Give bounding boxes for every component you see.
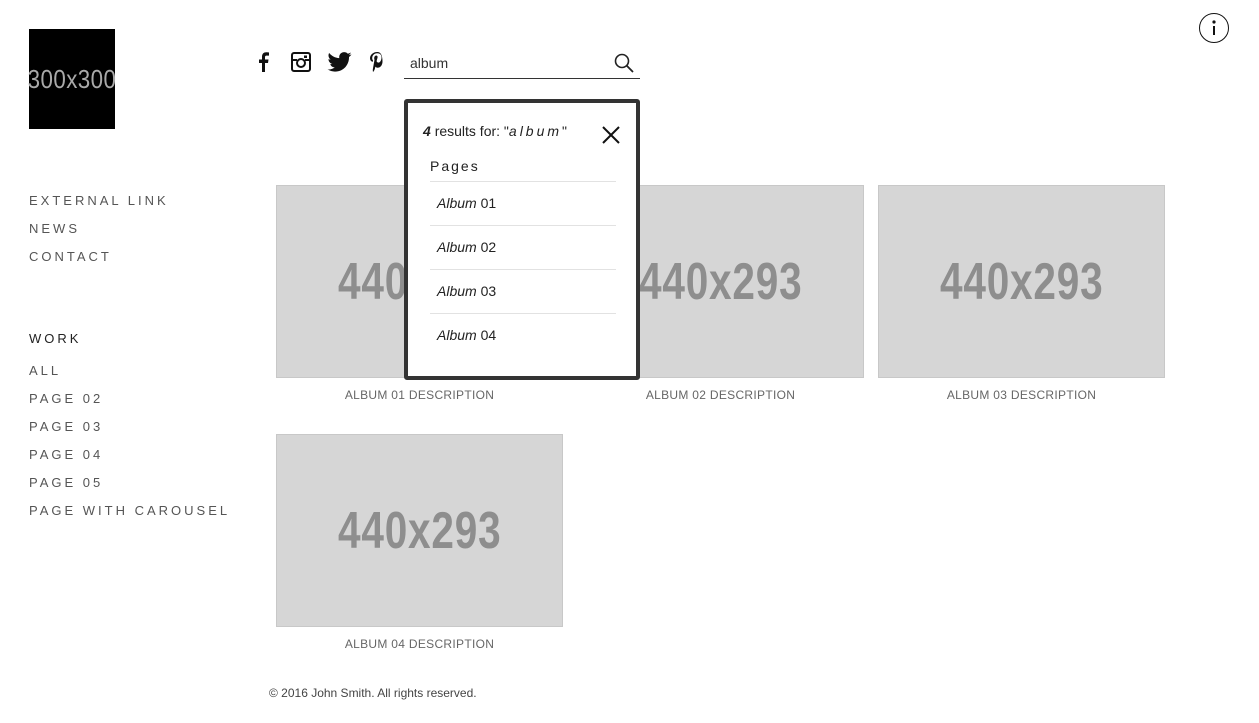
thumbnail-placeholder-text: 440x293 [939,252,1104,311]
result-rest: 02 [476,239,497,255]
album-caption[interactable]: ALBUM 03 DESCRIPTION [878,388,1165,402]
album-thumbnail[interactable]: 440x293 [276,434,563,627]
album-caption[interactable]: ALBUM 04 DESCRIPTION [276,637,563,651]
result-item[interactable]: Album 02 [430,225,616,269]
sidebar-nav: EXTERNAL LINK NEWS CONTACT [29,193,169,277]
album-card[interactable]: 440x293 ALBUM 03 DESCRIPTION [878,185,1165,402]
work-link-all[interactable]: ALL [29,363,230,391]
result-highlight: Album [437,327,477,343]
results-quote-close: " [562,123,568,139]
results-section-title: Pages [430,158,480,174]
results-query: album [508,123,563,139]
nav-news[interactable]: NEWS [29,221,169,249]
result-rest: 01 [476,195,497,211]
result-item[interactable]: Album 01 [430,181,616,225]
footer-copyright: © 2016 John Smith. All rights reserved. [269,686,477,700]
work-link-page-04[interactable]: PAGE 04 [29,447,230,475]
result-item[interactable]: Album 04 [430,313,616,357]
facebook-icon[interactable] [257,52,269,77]
results-count: 4 [423,123,431,139]
work-link-page-05[interactable]: PAGE 05 [29,475,230,503]
pinterest-icon[interactable] [370,52,384,77]
album-caption[interactable]: ALBUM 01 DESCRIPTION [276,388,563,402]
thumbnail-placeholder-text: 440x293 [638,252,803,311]
logo-text: 300x300 [27,63,117,94]
work-link-page-with-carousel[interactable]: PAGE WITH CAROUSEL [29,503,230,531]
search-results-popup: 4 results for: "album" Pages Album 01 Al… [404,99,640,380]
results-list: Album 01 Album 02 Album 03 Album 04 [430,181,616,357]
twitter-icon[interactable] [327,52,352,77]
thumbnail-placeholder-text: 440x293 [337,501,502,560]
result-rest: 04 [476,327,497,343]
result-highlight: Album [437,283,477,299]
album-card[interactable]: 440x293 ALBUM 04 DESCRIPTION [276,434,563,651]
result-highlight: Album [437,195,477,211]
album-caption[interactable]: ALBUM 02 DESCRIPTION [577,388,864,402]
search-icon[interactable] [614,53,634,73]
work-link-page-02[interactable]: PAGE 02 [29,391,230,419]
instagram-icon[interactable] [291,52,311,77]
info-icon [1212,20,1216,35]
result-item[interactable]: Album 03 [430,269,616,313]
nav-external-link[interactable]: EXTERNAL LINK [29,193,169,221]
album-thumbnail[interactable]: 440x293 [878,185,1165,378]
results-label: results for: " [434,123,509,139]
work-link-page-03[interactable]: PAGE 03 [29,419,230,447]
results-summary: 4 results for: "album" [423,123,567,139]
search-box [404,48,640,79]
nav-contact[interactable]: CONTACT [29,249,169,277]
site-logo[interactable]: 300x300 [27,29,117,129]
result-highlight: Album [437,239,477,255]
work-heading: WORK [29,331,82,346]
work-nav: ALL PAGE 02 PAGE 03 PAGE 04 PAGE 05 PAGE… [29,363,230,531]
result-rest: 03 [476,283,497,299]
close-icon[interactable] [600,124,622,146]
info-button[interactable] [1199,13,1229,43]
search-input[interactable] [410,52,610,74]
